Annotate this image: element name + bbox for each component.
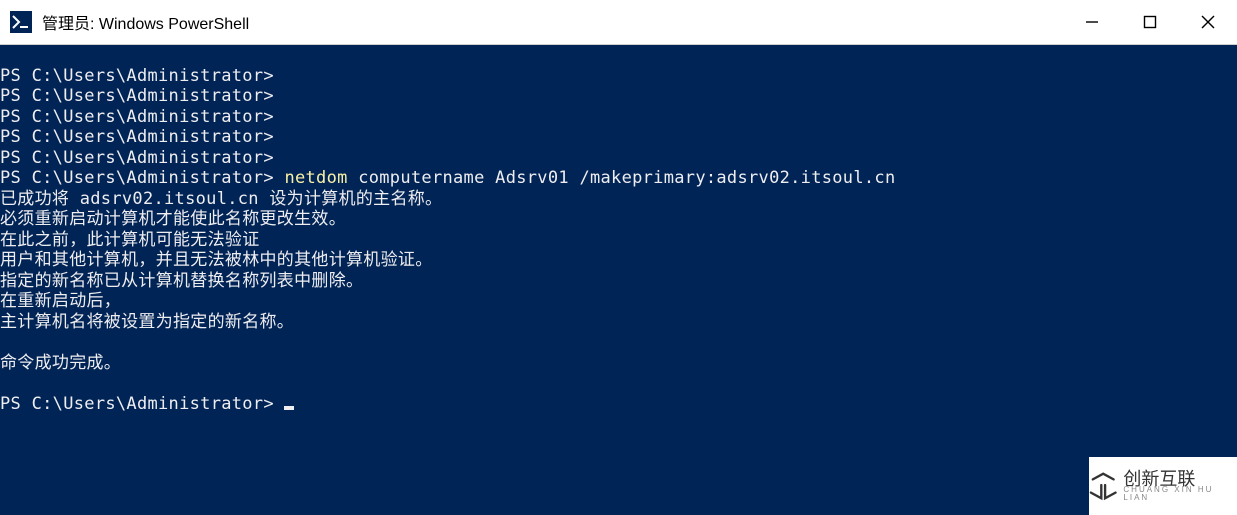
output-line: 在此之前，此计算机可能无法验证 [0,230,260,250]
window-title: 管理员: Windows PowerShell [42,10,249,34]
prompt-line: PS C:\Users\Administrator> [0,107,274,127]
terminal-output[interactable]: PS C:\Users\Administrator> PS C:\Users\A… [0,45,1237,414]
window-title-bar: 管理员: Windows PowerShell [0,0,1237,45]
maximize-button[interactable] [1121,0,1179,44]
cursor [284,406,294,410]
output-line: 必须重新启动计算机才能使此名称更改生效。 [0,209,346,229]
window-controls [1063,0,1237,44]
watermark-text: 创新互联 CHUANG XIN HU LIAN [1123,470,1237,502]
prompt-line: PS C:\Users\Administrator> [0,127,274,147]
prompt-line: PS C:\Users\Administrator> [0,394,274,414]
output-line: 在重新启动后， [0,291,121,311]
output-line: 指定的新名称已从计算机替换名称列表中删除。 [0,271,363,291]
output-line: 主计算机名将被设置为指定的新名称。 [0,312,294,332]
prompt-line: PS C:\Users\Administrator> [0,66,274,86]
watermark-sub: CHUANG XIN HU LIAN [1123,486,1237,502]
command-args: computername Adsrv01 /makeprimary:adsrv0… [348,168,896,188]
output-line: 命令成功完成。 [0,353,121,373]
output-line: 已成功将 adsrv02.itsoul.cn 设为计算机的主名称。 [0,189,442,209]
watermark-badge: 创新互联 CHUANG XIN HU LIAN [1089,457,1237,515]
output-line: 用户和其他计算机，并且无法被林中的其他计算机验证。 [0,250,433,270]
prompt-line: PS C:\Users\Administrator> [0,148,274,168]
title-left: 管理员: Windows PowerShell [0,10,249,34]
close-button[interactable] [1179,0,1237,44]
watermark-logo-icon [1089,471,1117,501]
prompt-line: PS C:\Users\Administrator> [0,168,274,188]
minimize-button[interactable] [1063,0,1121,44]
prompt-line: PS C:\Users\Administrator> [0,86,274,106]
command-exe: netdom [284,168,347,188]
powershell-icon [10,11,32,33]
